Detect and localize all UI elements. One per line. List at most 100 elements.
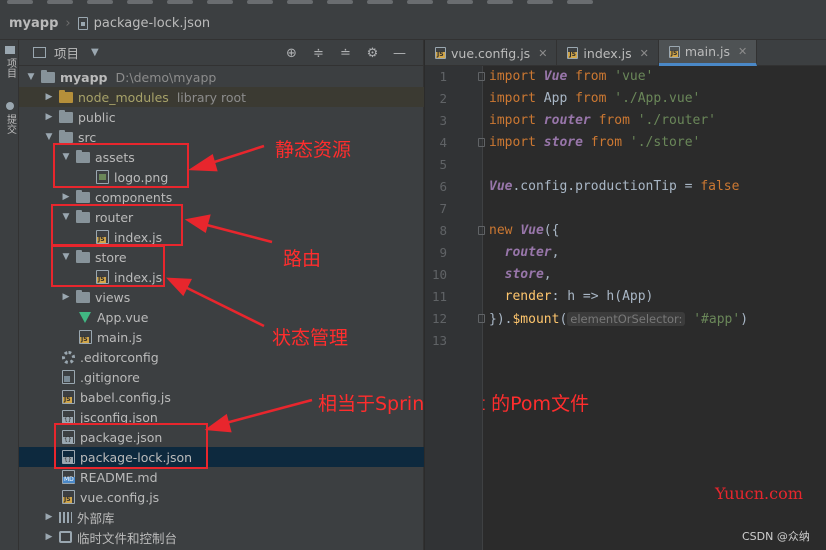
- tree-label: components: [95, 189, 173, 205]
- breadcrumb: myapp › package-lock.json: [0, 7, 826, 40]
- js-file-icon: [79, 330, 92, 344]
- chevron-right-icon[interactable]: ▶: [43, 532, 55, 542]
- folder-icon: [4, 46, 15, 54]
- collapse-all-icon[interactable]: ≐: [338, 46, 353, 61]
- fold-icon[interactable]: [478, 226, 485, 235]
- tab-index[interactable]: index.js ✕: [557, 40, 659, 66]
- chevron-down-icon[interactable]: ▼: [25, 72, 37, 82]
- tree-row-external-libraries[interactable]: ▶ 外部库: [19, 507, 424, 527]
- line-number: 9: [439, 245, 447, 260]
- line-number: 2: [439, 91, 447, 106]
- folder-icon: [59, 109, 73, 123]
- line-number: 6: [439, 179, 447, 194]
- js-file-icon: [567, 47, 579, 59]
- tree-row-main-js[interactable]: main.js: [19, 327, 424, 347]
- close-icon[interactable]: ✕: [640, 47, 649, 60]
- tree-label: vue.config.js: [80, 489, 160, 505]
- line-number: 12: [431, 311, 447, 326]
- markdown-file-icon: [62, 470, 75, 484]
- highlight-box-package: [54, 423, 208, 469]
- line-number: 3: [439, 113, 447, 128]
- tree-row-vue-config[interactable]: vue.config.js: [19, 487, 424, 507]
- library-icon: [59, 511, 72, 523]
- tree-label: .editorconfig: [80, 349, 159, 365]
- tree-row-scratches[interactable]: ▶ 临时文件和控制台: [19, 527, 424, 547]
- breadcrumb-project[interactable]: myapp: [9, 16, 58, 31]
- tree-label: 临时文件和控制台: [77, 530, 178, 546]
- tree-label: views: [95, 289, 131, 305]
- annotation-state-management: 状态管理: [272, 327, 349, 349]
- tab-main[interactable]: main.js ✕: [658, 40, 758, 66]
- fold-icon[interactable]: [478, 314, 485, 323]
- locate-icon[interactable]: ⊕: [284, 46, 299, 61]
- breadcrumb-file[interactable]: package-lock.json: [94, 16, 211, 31]
- tree-row-editorconfig[interactable]: .editorconfig: [19, 347, 424, 367]
- chevron-right-icon[interactable]: ▶: [60, 192, 72, 202]
- gear-icon: [62, 350, 75, 364]
- tree-row-node-modules[interactable]: ▶ node_modules library root: [19, 87, 424, 107]
- panel-toolbar: ⊕ ≑ ≐ ⚙ —: [284, 40, 407, 66]
- editor-tab-bar: vue.config.js ✕ index.js ✕ main.js ✕: [425, 40, 826, 66]
- tool-window-strip: 项目 提交: [0, 40, 19, 550]
- project-tool-button[interactable]: 项目: [0, 46, 19, 78]
- tree-label: README.md: [80, 469, 158, 485]
- js-file-icon: [62, 390, 75, 404]
- line-number: 1: [439, 69, 447, 84]
- js-file-icon: [62, 490, 75, 504]
- tab-label: vue.config.js: [451, 45, 531, 61]
- code-line: import Vue from 'vue': [478, 66, 653, 88]
- tree-row-public[interactable]: ▶ public: [19, 107, 424, 127]
- code-line: render: h => h(App): [504, 289, 654, 304]
- library-root-label: library root: [176, 89, 247, 105]
- close-icon[interactable]: ✕: [538, 47, 547, 60]
- tree-row-app-vue[interactable]: App.vue: [19, 307, 424, 327]
- watermark-yuucn: Yuucn.com: [715, 484, 803, 503]
- chevron-right-icon[interactable]: ▶: [43, 512, 55, 522]
- folder-icon: [41, 69, 55, 83]
- tree-label: babel.config.js: [80, 389, 171, 405]
- tree-row-readme[interactable]: README.md: [19, 467, 424, 487]
- json-file-icon: [77, 16, 88, 30]
- tree-row-gitignore[interactable]: .gitignore: [19, 367, 424, 387]
- fold-icon[interactable]: [478, 72, 485, 81]
- tree-label: myapp: [60, 69, 108, 85]
- line-number: 13: [431, 333, 447, 348]
- line-number: 5: [439, 157, 447, 172]
- commit-icon: [5, 102, 14, 110]
- annotation-routing: 路由: [283, 248, 322, 270]
- folder-icon: [76, 289, 90, 303]
- editor-gutter: 1 2 3 4 5 6 7 8 9 10 11 12 13: [425, 66, 483, 550]
- code-line: new Vue({: [478, 220, 559, 242]
- code-line: import App from './App.vue': [489, 91, 701, 106]
- tree-label: 外部库: [77, 510, 115, 526]
- tab-label: index.js: [583, 45, 632, 61]
- minimize-icon[interactable]: —: [392, 46, 407, 61]
- settings-gear-icon[interactable]: ⚙: [365, 46, 380, 61]
- close-icon[interactable]: ✕: [738, 45, 747, 58]
- code-line: Vue.config.productionTip = false: [489, 179, 740, 194]
- json-file-icon: [62, 410, 75, 424]
- expand-all-icon[interactable]: ≑: [311, 46, 326, 61]
- chevron-right-icon[interactable]: ▶: [43, 112, 55, 122]
- folder-icon: [59, 129, 73, 143]
- chevron-down-icon[interactable]: ▼: [43, 132, 55, 142]
- panel-title: 项目: [54, 46, 80, 61]
- watermark-csdn: CSDN @众纳: [742, 530, 810, 543]
- tab-label: main.js: [684, 44, 731, 59]
- tab-vue-config[interactable]: vue.config.js ✕: [425, 40, 558, 66]
- chevron-right-icon[interactable]: ▶: [60, 292, 72, 302]
- fold-icon[interactable]: [478, 138, 485, 147]
- tree-label: public: [78, 109, 116, 125]
- code-line: import router from './router': [489, 113, 717, 128]
- code-line: store,: [504, 267, 552, 282]
- scratches-icon: [59, 531, 72, 543]
- tree-label: .gitignore: [80, 369, 140, 385]
- commit-tool-button[interactable]: 提交: [0, 102, 19, 134]
- parameter-hint: elementOrSelector:: [567, 312, 686, 326]
- chevron-right-icon[interactable]: ▶: [43, 92, 55, 102]
- tree-row-myapp[interactable]: ▼ myapp D:\demo\myapp: [19, 67, 424, 87]
- tree-row-views[interactable]: ▶ views: [19, 287, 424, 307]
- dropdown-caret-icon[interactable]: ▼: [91, 47, 99, 58]
- js-file-icon: [435, 47, 446, 59]
- highlight-box-assets: [53, 143, 189, 188]
